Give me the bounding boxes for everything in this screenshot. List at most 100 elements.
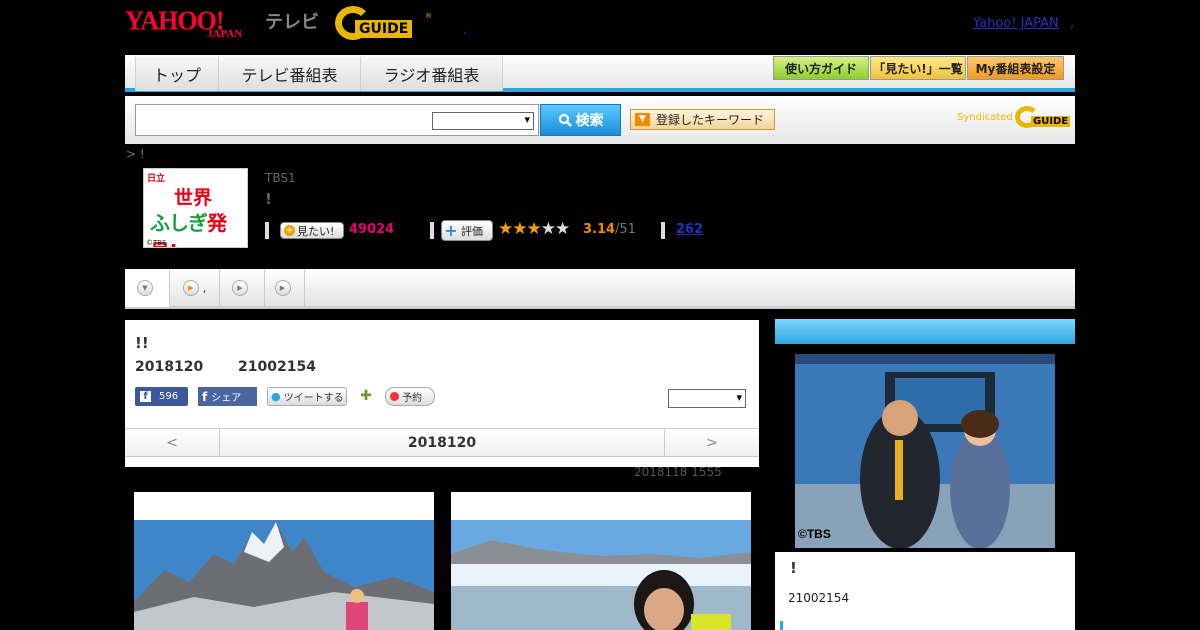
record-icon xyxy=(390,392,399,401)
glacier-photo-image xyxy=(451,492,751,630)
play-icon: ▶ xyxy=(232,280,248,296)
divider xyxy=(430,222,434,239)
header-link-separator: , xyxy=(1070,16,1075,31)
facebook-icon: f xyxy=(202,389,208,404)
tweet-label: ツイートする xyxy=(283,393,344,404)
star-icon: ★ xyxy=(555,219,570,239)
rating-value: 3.14 xyxy=(583,222,616,237)
breadcrumb: > ! xyxy=(126,147,145,161)
thumb-copyright: ©TBS xyxy=(146,239,167,247)
thumb-line2a: ふしぎ xyxy=(150,211,208,235)
thumb-line1: 世界 xyxy=(174,187,213,209)
star-icon: ★ xyxy=(526,219,542,239)
yahoo-japan-link[interactable]: Yahoo! JAPAN xyxy=(973,16,1059,31)
nav-tab-tv-schedule[interactable]: テレビ番組表 xyxy=(219,57,361,91)
episode-panel: !! 2018120 21002154 f 596 f シェア ● ツイートする… xyxy=(125,320,759,467)
divider xyxy=(265,222,269,239)
side-panel-header xyxy=(775,319,1075,344)
chevron-down-icon: ▼ xyxy=(137,280,153,296)
syndicated-gguide-logo: Syndicated GUIDE xyxy=(957,106,1071,130)
program-title: ! xyxy=(265,190,272,208)
episode-time: 21002154 xyxy=(238,359,316,375)
page: YAHOO! JAPAN テレビ GUIDE ® , Yahoo! JAPAN … xyxy=(125,0,1075,630)
subtab-more[interactable]: ▶ xyxy=(265,269,305,307)
reserve-button[interactable]: 予約 xyxy=(385,387,435,406)
want-count: 49024 xyxy=(349,222,395,237)
program-hosts-photo[interactable]: ©TBS xyxy=(795,354,1055,548)
reserve-label: 予約 xyxy=(402,393,422,404)
usage-guide-button[interactable]: 使い方ガイド xyxy=(773,56,869,80)
episode-pager: < 2018120 > xyxy=(125,428,759,457)
gguide-logo-text: GUIDE xyxy=(355,20,413,38)
like-count: 596 xyxy=(159,391,179,402)
divider xyxy=(661,222,665,239)
global-nav: トップ テレビ番組表 ラジオ番組表 使い方ガイド 「見たい!」一覧 My番組表設… xyxy=(125,55,1075,92)
gguide-logo[interactable]: GUIDE ® xyxy=(335,6,435,40)
episode-date: 2018120 xyxy=(135,359,204,375)
previous-episode-button[interactable]: < xyxy=(125,429,220,457)
updated-timestamp: 2018118 1555 xyxy=(634,465,722,479)
side-image-caption: ©TBS xyxy=(798,527,831,541)
station-name: TBS1 xyxy=(265,171,296,185)
program-subtabs: ▼ ▶ , ▶ ▶ xyxy=(125,269,1075,309)
search-bar: 検索 ▼ 登録したキーワード Syndicated GUIDE xyxy=(125,96,1075,144)
episode-title: !! xyxy=(135,334,149,352)
episode-select[interactable] xyxy=(668,389,746,408)
hosts-photo-image: ©TBS xyxy=(795,354,1055,548)
want-to-watch-button[interactable]: + 見たい! xyxy=(280,222,344,239)
registered-keywords-label: 登録したキーワード xyxy=(656,113,765,127)
registered-icon: ® xyxy=(425,12,432,20)
side-panel: ©TBS ! 21002154 xyxy=(775,319,1075,630)
side-accent-bar xyxy=(780,621,783,630)
star-icon: ★ xyxy=(512,219,527,239)
facebook-like-button[interactable]: f 596 xyxy=(135,387,188,406)
want-to-watch-label: 見たい! xyxy=(297,224,335,238)
subtab-label: , xyxy=(202,281,207,295)
tv-label: テレビ xyxy=(265,12,319,33)
star-icon: ★ xyxy=(498,219,513,239)
side-program-time: 21002154 xyxy=(788,591,850,605)
registered-keywords-button[interactable]: ▼ 登録したキーワード xyxy=(630,109,775,130)
facebook-share-button[interactable]: f シェア xyxy=(198,387,257,406)
episode-photo-glacier[interactable] xyxy=(451,492,751,630)
subtab-overview[interactable]: ▼ xyxy=(125,269,170,307)
yahoo-japan-logo[interactable]: YAHOO! JAPAN xyxy=(125,5,263,40)
search-button[interactable]: 検索 xyxy=(540,104,621,136)
episode-photo-mountains[interactable] xyxy=(134,492,434,630)
want-list-button[interactable]: 「見たい!」一覧 xyxy=(870,56,966,80)
star-icon: ★ xyxy=(540,219,556,239)
rate-button[interactable]: + 評価 xyxy=(441,220,493,241)
current-episode-date: 2018120 xyxy=(407,435,477,451)
play-icon: ▶ xyxy=(274,280,291,296)
program-thumbnail: 日立 世界 ふしぎ発見! ©TBS xyxy=(143,168,248,248)
subtab-episodes[interactable]: ▶ , xyxy=(170,269,220,307)
header-separator: , xyxy=(463,25,467,36)
plus-icon: + xyxy=(284,225,295,236)
thumb-brand: 日立 xyxy=(147,174,166,184)
subtab-reviews[interactable]: ▶ xyxy=(220,269,265,307)
share-label: シェア xyxy=(211,393,242,404)
syndicated-logo-text: GUIDE xyxy=(1031,116,1071,127)
nav-tab-top[interactable]: トップ xyxy=(135,57,219,91)
next-episode-button[interactable]: > xyxy=(664,429,759,457)
rate-label: 評価 xyxy=(461,224,483,238)
play-icon: ▶ xyxy=(182,280,199,296)
side-program-title: ! xyxy=(790,559,797,577)
tweet-button[interactable]: ● ツイートする xyxy=(267,387,347,406)
plus-icon: + xyxy=(444,220,458,240)
dropdown-arrow-icon: ▼ xyxy=(635,113,650,126)
nav-tab-radio-schedule[interactable]: ラジオ番組表 xyxy=(361,57,503,91)
add-calendar-icon[interactable]: ✚ xyxy=(357,386,375,405)
yahoo-logo-sub: JAPAN xyxy=(207,28,243,40)
review-count-link[interactable]: 262 xyxy=(676,222,703,237)
side-image-frame: ©TBS xyxy=(775,344,1075,552)
my-schedule-settings-button[interactable]: My番組表設定 xyxy=(967,56,1064,80)
search-category-select[interactable] xyxy=(432,112,534,130)
star-rating: ★★★★★ xyxy=(498,219,570,239)
rating-total: /51 xyxy=(615,222,636,237)
search-icon xyxy=(558,113,572,127)
twitter-bird-icon: ● xyxy=(271,390,281,403)
facebook-icon: f xyxy=(140,391,151,402)
search-button-label: 検索 xyxy=(575,113,604,129)
mountain-photo-image xyxy=(134,492,434,630)
